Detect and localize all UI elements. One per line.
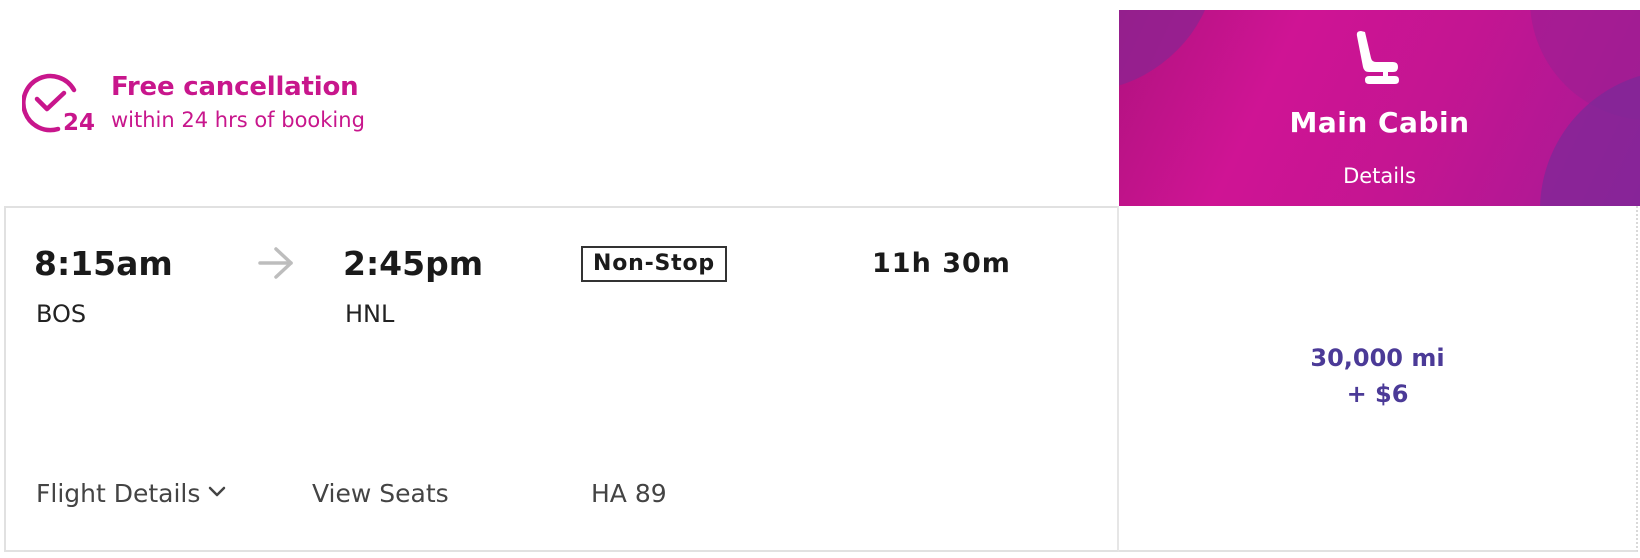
arrow-right-icon <box>258 247 293 279</box>
cancel-icon-number: 24 <box>63 110 95 136</box>
departure-time: 8:15am <box>34 244 173 283</box>
main-cabin-header: Main Cabin Details <box>1119 10 1640 206</box>
decorative-shape <box>1119 10 1219 90</box>
arrival-time: 2:45pm <box>343 244 484 283</box>
flight-duration: 11h 30m <box>872 248 1011 279</box>
flight-details-label[interactable]: Flight Details <box>36 479 200 508</box>
cancellation-title: Free cancellation <box>111 72 359 102</box>
price-miles: 30,000 mi <box>1310 344 1445 372</box>
chevron-down-icon[interactable] <box>208 485 226 497</box>
flight-details-toggle[interactable]: Flight Details <box>36 479 226 508</box>
nonstop-badge: Non-Stop <box>581 246 727 282</box>
departure-airport: BOS <box>36 300 87 328</box>
flight-card: 8:15am BOS 2:45pm HNL Non-Stop 11h 30m F… <box>4 206 1119 552</box>
flight-number: HA 89 <box>591 479 667 508</box>
seat-icon <box>1356 31 1399 84</box>
free-cancellation-banner: 24 Free cancellation within 24 hrs of bo… <box>22 72 442 136</box>
cabin-title: Main Cabin <box>1289 106 1470 139</box>
main-cabin-price-option[interactable]: 30,000 mi + $6 <box>1119 206 1638 552</box>
cancellation-subtitle: within 24 hrs of booking <box>111 108 365 132</box>
cabin-details-link[interactable]: Details <box>1119 164 1640 188</box>
clock-check-24-icon: 24 <box>22 73 95 136</box>
cabin-details-label[interactable]: Details <box>1343 164 1416 188</box>
view-seats-link[interactable]: View Seats <box>312 479 449 508</box>
arrival-airport: HNL <box>345 300 395 328</box>
price-fee: + $6 <box>1346 380 1409 408</box>
